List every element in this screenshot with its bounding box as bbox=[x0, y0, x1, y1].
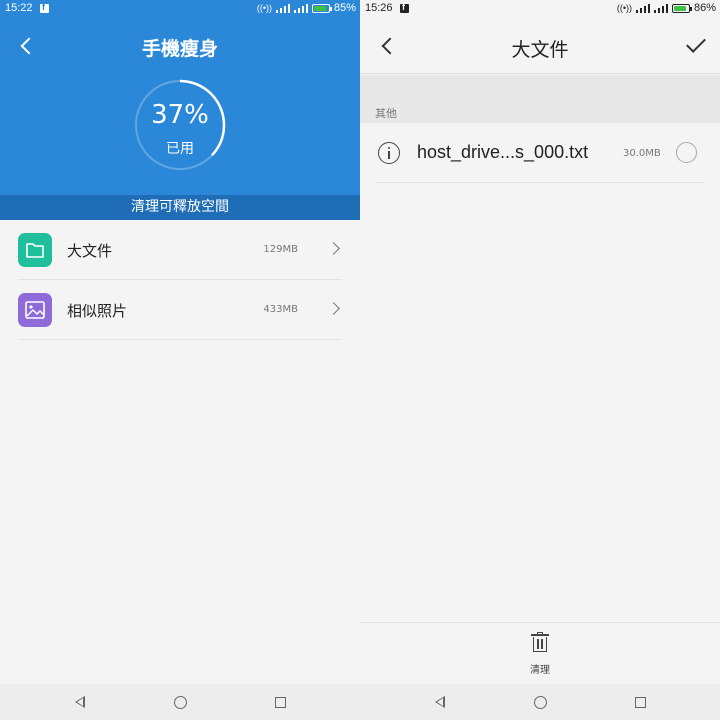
signal-icon-2 bbox=[293, 3, 308, 13]
usage-label: 已用 bbox=[166, 141, 194, 157]
vibrate-icon: ((•)) bbox=[616, 3, 632, 13]
battery-icon bbox=[671, 3, 692, 13]
nav-home-icon[interactable] bbox=[534, 696, 547, 709]
storage-header: 15:22 ((•)) 85% 手機瘦身 37% 已用 清理可釋放空間 bbox=[0, 0, 360, 220]
item-label: 相似照片 bbox=[67, 302, 128, 320]
status-time: 15:26 bbox=[365, 2, 393, 14]
item-label: 大文件 bbox=[67, 242, 113, 260]
info-icon[interactable] bbox=[378, 142, 400, 164]
page-title: 大文件 bbox=[511, 39, 569, 61]
right-screen: 15:26 ((•)) 86% 大文件 其他 host_drive...s_00… bbox=[360, 0, 720, 720]
file-size: 30.0MB bbox=[623, 148, 661, 159]
file-list-item[interactable]: host_drive...s_000.txt 30.0MB bbox=[375, 124, 705, 183]
signal-icon bbox=[275, 3, 290, 13]
nav-back-icon[interactable] bbox=[72, 694, 88, 710]
clean-action-bar: 清理 bbox=[360, 622, 720, 684]
app-bar: 15:26 ((•)) 86% 大文件 bbox=[360, 0, 720, 74]
item-size: 129MB bbox=[263, 244, 298, 255]
section-label: 其他 bbox=[375, 107, 397, 120]
clean-banner[interactable]: 清理可釋放空間 bbox=[0, 195, 360, 220]
file-name: host_drive...s_000.txt bbox=[417, 142, 589, 162]
folder-icon bbox=[18, 233, 52, 267]
nav-back-icon[interactable] bbox=[432, 694, 448, 710]
facebook-notification-icon bbox=[40, 2, 49, 13]
system-nav-bar bbox=[360, 684, 720, 720]
usage-percent: 37% bbox=[151, 100, 209, 130]
status-bar: 15:22 ((•)) 85% bbox=[0, 0, 360, 18]
image-icon bbox=[18, 293, 52, 327]
left-screen: 15:22 ((•)) 85% 手機瘦身 37% 已用 清理可釋放空間 大文件 … bbox=[0, 0, 360, 720]
chevron-right-icon bbox=[327, 242, 340, 255]
facebook-notification-icon bbox=[400, 2, 409, 13]
signal-icon bbox=[635, 3, 650, 13]
trash-icon[interactable] bbox=[531, 632, 549, 652]
status-bar: 15:26 ((•)) 86% bbox=[360, 0, 720, 18]
signal-icon-2 bbox=[653, 3, 668, 13]
status-time: 15:22 bbox=[5, 2, 33, 14]
page-title: 手機瘦身 bbox=[141, 38, 218, 60]
battery-percent: 86% bbox=[693, 2, 716, 14]
chevron-right-icon bbox=[327, 302, 340, 315]
item-size: 433MB bbox=[263, 304, 298, 315]
system-nav-bar bbox=[0, 684, 360, 720]
vibrate-icon: ((•)) bbox=[256, 3, 272, 13]
nav-home-icon[interactable] bbox=[174, 696, 187, 709]
section-header bbox=[360, 75, 720, 123]
battery-icon bbox=[311, 3, 332, 13]
nav-recent-icon[interactable] bbox=[635, 697, 646, 708]
list-item-large-files[interactable]: 大文件 129MB bbox=[18, 220, 342, 280]
list-item-similar-photos[interactable]: 相似照片 433MB bbox=[18, 280, 342, 340]
clean-button-label[interactable]: 清理 bbox=[360, 661, 720, 676]
select-radio[interactable] bbox=[676, 142, 697, 163]
battery-percent: 85% bbox=[333, 2, 356, 14]
nav-recent-icon[interactable] bbox=[275, 697, 286, 708]
